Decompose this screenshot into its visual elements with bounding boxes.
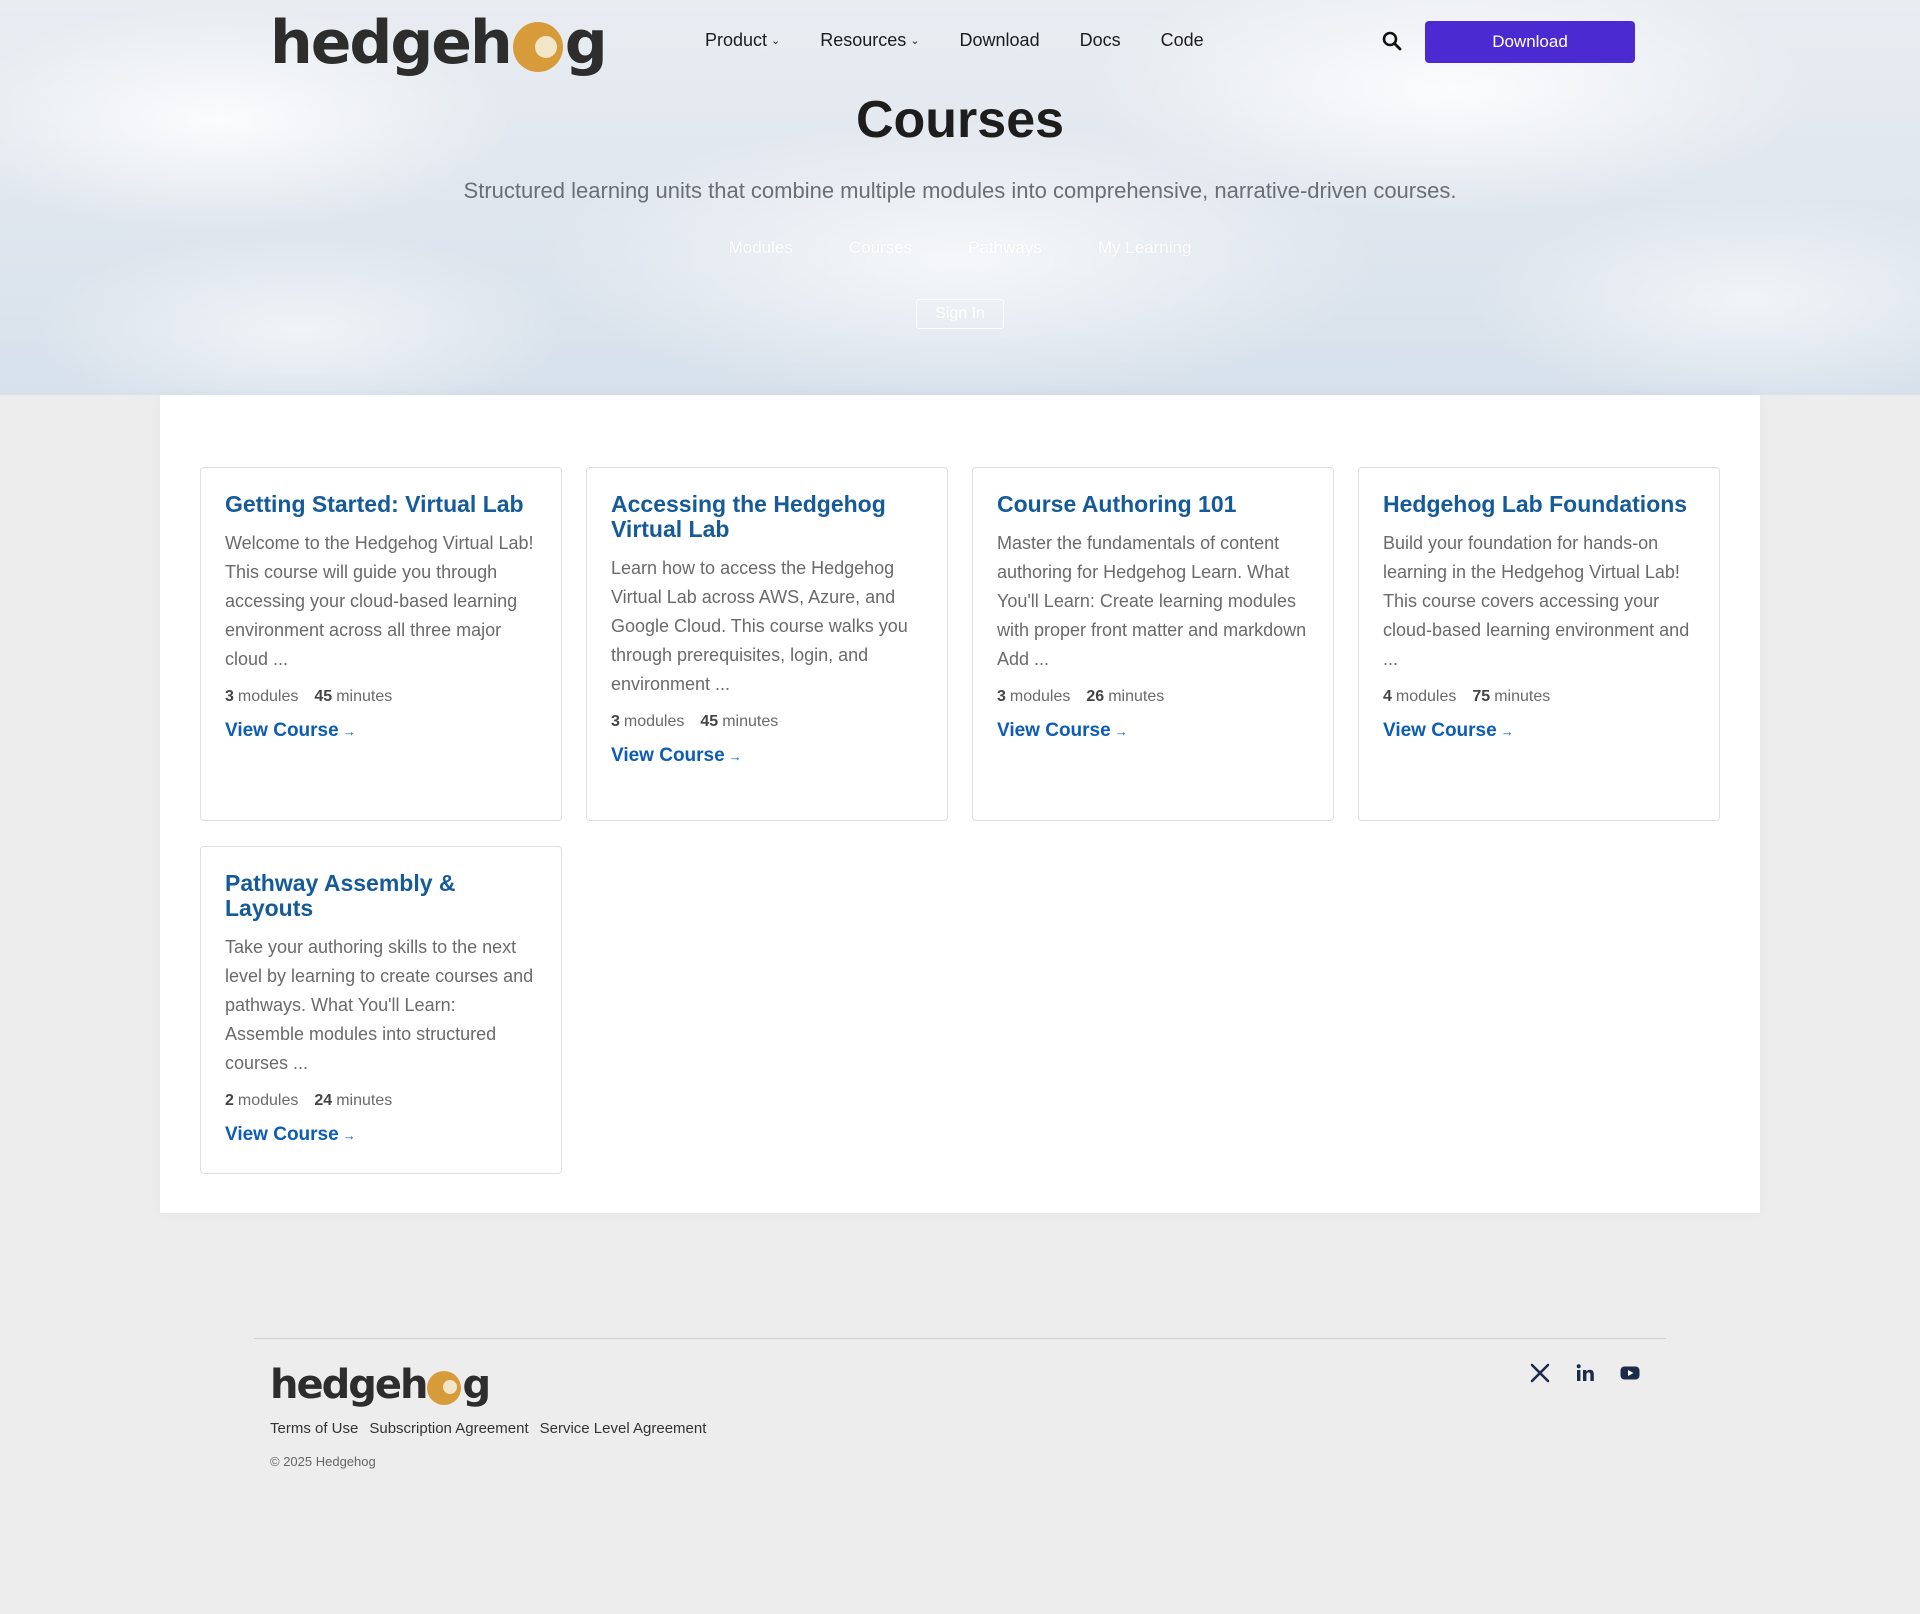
course-meta: 3 modules 26 minutes <box>997 688 1309 706</box>
nav-resources[interactable]: Resources ⌄ <box>820 30 919 51</box>
course-title[interactable]: Hedgehog Lab Foundations <box>1383 492 1695 517</box>
subnav-pathways[interactable]: Pathways <box>968 238 1042 258</box>
arrow-right-icon: → <box>342 724 356 739</box>
course-title[interactable]: Course Authoring 101 <box>997 492 1309 517</box>
nav-product[interactable]: Product ⌄ <box>705 30 780 51</box>
logo-text-left: hedgeh <box>270 8 513 78</box>
duration: 45 minutes <box>314 688 393 705</box>
footer-links: Terms of Use Subscription Agreement Serv… <box>270 1420 717 1437</box>
subnav-courses[interactable]: Courses <box>849 238 912 258</box>
subnav-modules[interactable]: Modules <box>729 238 793 258</box>
course-card: Hedgehog Lab Foundations Build your foun… <box>1358 467 1720 821</box>
hedgehog-mascot-icon <box>512 22 563 72</box>
arrow-right-icon: → <box>728 749 742 764</box>
course-card: Accessing the Hedgehog Virtual Lab Learn… <box>586 467 948 821</box>
course-title[interactable]: Pathway Assembly & Layouts <box>225 871 537 921</box>
arrow-right-icon: → <box>342 1128 356 1143</box>
course-description: Master the fundamentals of content autho… <box>997 533 1307 669</box>
copyright: © 2025 Hedgehog <box>270 1454 376 1469</box>
nav-product-label: Product <box>705 30 768 50</box>
course-title[interactable]: Accessing the Hedgehog Virtual Lab <box>611 492 923 542</box>
course-title[interactable]: Getting Started: Virtual Lab <box>225 492 537 517</box>
logo-text-right: g <box>462 1362 491 1408</box>
course-meta: 4 modules 75 minutes <box>1383 688 1695 706</box>
hedgehog-logo[interactable]: hedgeh g <box>270 8 608 78</box>
duration: 45 minutes <box>700 713 779 730</box>
page-title: Courses <box>855 91 1065 149</box>
duration: 75 minutes <box>1472 688 1551 705</box>
module-count: 4 modules <box>1383 688 1457 705</box>
course-meta: 2 modules 24 minutes <box>225 1092 537 1110</box>
module-count: 3 modules <box>997 688 1071 705</box>
view-course-link[interactable]: View Course → <box>611 745 923 767</box>
course-meta: 3 modules 45 minutes <box>611 713 923 731</box>
arrow-right-icon: → <box>1114 724 1128 739</box>
course-description: Learn how to access the Hedgehog Virtual… <box>611 558 908 694</box>
learning-subnav: Modules Courses Pathways My Learning <box>0 238 1920 258</box>
subscription-agreement-link[interactable]: Subscription Agreement <box>369 1420 528 1437</box>
logo-text-left: hedgeh <box>270 1362 428 1408</box>
view-course-link[interactable]: View Course → <box>225 720 537 742</box>
linkedin-icon[interactable] <box>1574 1362 1596 1384</box>
hero-banner: hedgeh g Product ⌄ Resources ⌄ Download D… <box>0 0 1920 395</box>
view-course-link[interactable]: View Course → <box>225 1124 537 1146</box>
download-button[interactable]: Download <box>1425 21 1635 63</box>
view-course-link[interactable]: View Course → <box>1383 720 1695 742</box>
nav-docs[interactable]: Docs <box>1080 30 1121 51</box>
x-icon[interactable] <box>1529 1362 1551 1384</box>
youtube-icon[interactable] <box>1619 1362 1641 1384</box>
module-count: 3 modules <box>611 713 685 730</box>
course-card: Pathway Assembly & Layouts Take your aut… <box>200 846 562 1174</box>
subnav-my-learning[interactable]: My Learning <box>1098 238 1192 258</box>
chevron-down-icon: ⌄ <box>910 35 920 47</box>
chevron-down-icon: ⌄ <box>771 35 781 47</box>
nav-code-label: Code <box>1160 30 1204 50</box>
search-icon[interactable] <box>1382 31 1402 51</box>
nav-resources-label: Resources <box>820 30 907 50</box>
service-level-agreement-link[interactable]: Service Level Agreement <box>540 1420 707 1437</box>
nav-download-label: Download <box>959 30 1040 50</box>
course-description: Build your foundation for hands-on learn… <box>1383 533 1690 669</box>
hedgehog-mascot-icon <box>427 1371 462 1405</box>
course-meta: 3 modules 45 minutes <box>225 688 537 706</box>
logo-text-right: g <box>564 8 608 78</box>
main-nav: Product ⌄ Resources ⌄ Download Docs Code <box>705 30 1244 51</box>
footer-hedgehog-logo[interactable]: hedgeh g <box>270 1362 491 1408</box>
course-description: Take your authoring skills to the next l… <box>225 937 534 1073</box>
course-description: Welcome to the Hedgehog Virtual Lab! Thi… <box>225 533 534 669</box>
view-course-link[interactable]: View Course → <box>997 720 1309 742</box>
page-subtitle: Structured learning units that combine m… <box>463 178 1457 203</box>
footer-divider <box>254 1338 1666 1339</box>
terms-of-use-link[interactable]: Terms of Use <box>270 1420 358 1437</box>
course-card: Course Authoring 101 Master the fundamen… <box>972 467 1334 821</box>
arrow-right-icon: → <box>1500 724 1514 739</box>
courses-panel: Getting Started: Virtual Lab Welcome to … <box>160 395 1760 1213</box>
nav-download[interactable]: Download <box>960 30 1040 51</box>
course-card: Getting Started: Virtual Lab Welcome to … <box>200 467 562 821</box>
sign-in-button[interactable]: Sign In <box>916 299 1004 329</box>
module-count: 2 modules <box>225 1092 299 1109</box>
duration: 26 minutes <box>1086 688 1165 705</box>
duration: 24 minutes <box>314 1092 393 1109</box>
module-count: 3 modules <box>225 688 299 705</box>
nav-docs-label: Docs <box>1079 30 1121 50</box>
nav-code[interactable]: Code <box>1161 30 1204 51</box>
